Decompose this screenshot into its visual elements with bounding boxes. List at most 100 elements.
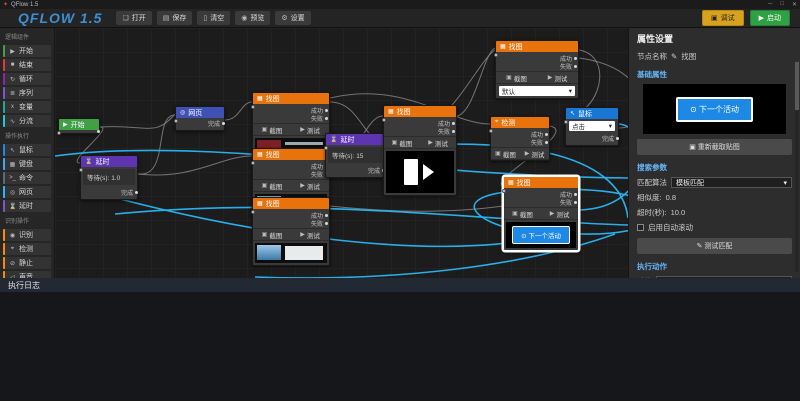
test-button[interactable]: ▶测试 [420,137,456,148]
node-type-icon: ⌛ [330,136,337,143]
input-port[interactable] [324,146,328,150]
sidebar-item-分流[interactable]: ∿分流 [3,115,51,127]
sidebar-item-序列[interactable]: ≣序列 [3,87,51,99]
sidebar-item-声音[interactable]: ◁声音 [3,271,51,278]
sidebar-item-识别[interactable]: ◉识别 [3,229,51,241]
node-start[interactable]: ▶开始 [58,118,100,134]
node-delay1[interactable]: ⌛延时等待(s): 1.0完成 [80,155,138,200]
edit-icon[interactable]: ✎ [671,52,677,61]
sidebar-item-变量[interactable]: x变量 [3,101,51,113]
done-port-label: 完成 [368,166,380,175]
sidebar-item-label: 键盘 [19,159,33,169]
settings-button[interactable]: ⚙设置 [275,11,310,25]
test-label: 测试 [307,181,320,191]
similarity-value[interactable]: 0.8 [666,193,676,202]
output-ports: 成功失败 [496,52,578,71]
sidebar-item-开始[interactable]: ▶开始 [3,45,51,57]
capture-button[interactable]: ▣截图 [491,148,520,159]
sidebar-item-检测[interactable]: ⌖检测 [3,243,51,255]
capture-button[interactable]: ▣截图 [253,124,291,135]
sidebar-item-循环[interactable]: ↻循环 [3,73,51,85]
open-button[interactable]: ❏打开 [116,11,151,25]
panel-scrollbar[interactable] [795,62,799,272]
sidebar-item-icon: ⌛ [9,203,16,210]
node-mouse[interactable]: ↖鼠标点击▾完成 [565,107,619,146]
fail-port[interactable]: 失败 [253,219,327,227]
sidebar-item-静止[interactable]: ⊘静止 [3,257,51,269]
close-button[interactable]: ✕ [792,1,797,8]
flow-canvas[interactable]: ▶开始⌛延时等待(s): 1.0完成◎网页完成▦找图成功失败▣截图▶测试▦找图成… [55,28,628,278]
done-port[interactable]: 完成 [176,118,224,130]
port-dot [574,193,577,196]
test-button[interactable]: ▶测试 [291,180,329,191]
fail-port[interactable]: 失败 [504,198,576,206]
preview-button[interactable]: ◉预览 [235,11,270,25]
capture-button[interactable]: ▣截图 [253,229,291,240]
test-match-button[interactable]: ✎ 测试匹配 [637,238,792,254]
fail-port[interactable]: 失败 [496,62,576,70]
sidebar-item-网页[interactable]: ◎网页 [3,186,51,198]
node-find4[interactable]: ▦找图成功失败▣截图▶测试 [383,105,457,196]
fail-port[interactable]: 失败 [491,138,547,146]
node-find6[interactable]: ▦找图成功失败▣截图▶测试⊙ 下一个活动 [503,176,579,251]
debug-button[interactable]: ▣ 调试 [702,10,744,26]
test-button[interactable]: ▶测试 [291,229,329,240]
header-actions: ▣ 调试 ▶ 启动 [702,10,800,26]
node-find5[interactable]: ▦找图成功失败▣截图▶测试默认▾ [495,40,579,99]
app-icon: ✦ [3,1,8,8]
test-button[interactable]: ▶测试 [520,148,549,159]
done-port[interactable]: 完成 [566,133,618,145]
test-button[interactable]: ▶测试 [537,72,578,83]
capture-button[interactable]: ▣截图 [496,72,537,83]
node-select-value: 默认 [502,86,515,96]
node-select[interactable]: 点击▾ [569,121,615,131]
done-port[interactable]: 完成 [326,165,384,177]
fail-port[interactable]: 失败 [253,170,327,178]
fail-port[interactable]: 失败 [384,127,454,135]
node-title: 找图 [266,199,280,209]
capture-button[interactable]: ▣截图 [384,137,420,148]
sidebar-item-label: 静止 [19,258,33,268]
maximize-button[interactable]: □ [780,1,784,8]
sidebar-item-结束[interactable]: ■结束 [3,59,51,71]
autoscroll-checkbox[interactable] [637,224,644,231]
node-title-bar: ⌖检测 [491,117,549,128]
node-web[interactable]: ◎网页完成 [175,106,225,131]
done-port[interactable] [59,130,99,133]
input-port[interactable] [79,168,83,172]
sidebar-item-icon: ∿ [9,118,16,125]
clear-button[interactable]: ▯清空 [197,11,230,25]
port-dot [325,214,328,217]
node-parameter-text[interactable]: 等待(s): 15 [328,147,382,163]
test-button[interactable]: ▶测试 [291,124,329,135]
sidebar-item-延时[interactable]: ⌛延时 [3,200,51,212]
node-parameter-text[interactable]: 等待(s): 1.0 [83,169,135,185]
sidebar-item-命令[interactable]: >_命令 [3,172,51,184]
recapture-button[interactable]: ▣ 重新截取贴图 [637,139,792,155]
capture-button[interactable]: ▣截图 [253,180,291,191]
input-port[interactable] [564,120,568,124]
test-button[interactable]: ▶测试 [541,208,578,219]
play-icon: ▶ [759,14,764,22]
capture-button[interactable]: ▣截图 [504,208,541,219]
log-header[interactable]: 执行日志 [0,278,800,292]
test-label: 测试 [556,209,569,219]
fail-port[interactable]: 失败 [253,114,327,122]
camera-icon: ▣ [512,210,518,217]
sidebar-item-键盘[interactable]: ▦键盘 [3,158,51,170]
timeout-value[interactable]: 10.0 [671,208,686,217]
template-thumbnail [255,243,327,263]
run-button[interactable]: ▶ 启动 [750,10,790,26]
node-detect[interactable]: ⌖检测成功失败▣截图▶测试 [490,116,550,161]
match-select[interactable]: 模板匹配 ▾ [671,177,792,188]
save-button[interactable]: ▤保存 [157,11,193,25]
node-find3[interactable]: ▦找图成功失败▣截图▶测试 [252,197,330,266]
node-title: 延时 [95,157,109,167]
node-select[interactable]: 默认▾ [499,86,575,96]
sidebar-item-鼠标[interactable]: ↖鼠标 [3,144,51,156]
capture-label: 截图 [399,138,412,148]
minimize-button[interactable]: ─ [768,1,772,8]
node-delay2[interactable]: ⌛延时等待(s): 15完成 [325,133,385,178]
done-port[interactable]: 完成 [81,187,137,199]
node-action-row: ▣截图▶测试 [504,207,578,220]
